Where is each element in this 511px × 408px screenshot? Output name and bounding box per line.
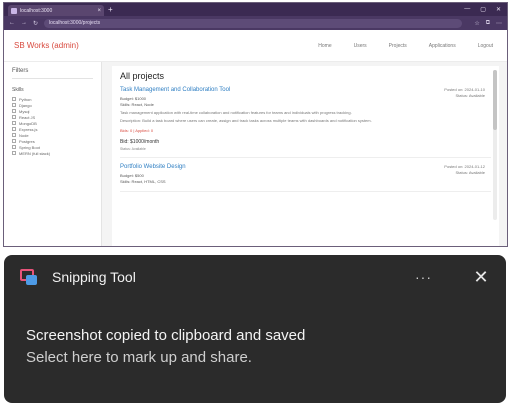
project-meta: Posted on: 2024-01-12 Status: Available	[444, 164, 485, 176]
skills-label: Skills	[12, 87, 24, 93]
nav-link-users[interactable]: Users	[354, 43, 367, 49]
close-icon[interactable]: ✕	[472, 267, 490, 288]
project-skills-line: Skills: React, Node	[120, 102, 154, 107]
favicon-icon	[11, 7, 17, 14]
checkbox[interactable]	[12, 109, 16, 113]
url-field[interactable]: localhost:3000/projects	[44, 18, 463, 28]
skill-label: React JS	[19, 114, 36, 120]
skill-label: MongoDB	[19, 120, 37, 126]
app-brand[interactable]: SB Works (admin)	[14, 41, 79, 50]
project-status: Status: Available	[455, 93, 485, 98]
filters-heading: Filters	[12, 68, 93, 79]
app-nav-links: Home Users Projects Applications Logout	[318, 43, 497, 49]
window-close-icon[interactable]: ✕	[496, 6, 501, 13]
skill-label: Mysql	[19, 108, 30, 114]
nav-link-logout[interactable]: Logout	[478, 43, 493, 49]
skill-label: MERN (full stack)	[19, 150, 51, 156]
notification-body[interactable]: Screenshot copied to clipboard and saved…	[4, 299, 506, 366]
back-icon[interactable]: ←	[9, 20, 15, 26]
maximize-icon[interactable]: ▢	[480, 6, 486, 13]
nav-link-projects[interactable]: Projects	[389, 43, 407, 49]
sidebar-gap	[102, 62, 112, 246]
url-text: localhost:3000/projects	[49, 20, 101, 26]
page-title: All projects	[120, 71, 165, 81]
page-content: Filters Skills Python Django Mysql React…	[4, 62, 507, 246]
checkbox[interactable]	[12, 121, 16, 125]
menu-icon[interactable]: ⋯	[496, 20, 502, 27]
checkbox[interactable]	[12, 127, 16, 131]
address-bar: ← → ↻ localhost:3000/projects ☆ ⧉ ⋯	[4, 16, 507, 30]
project-title-link[interactable]: Portfolio Website Design	[120, 164, 491, 170]
notification-header: Snipping Tool ··· ✕	[4, 255, 506, 299]
tab-title: localhost:3000	[20, 7, 53, 14]
browser-window: localhost:3000 × + — ▢ ✕ ← → ↻ localhost…	[3, 2, 508, 247]
browser-tab[interactable]: localhost:3000 ×	[8, 5, 104, 16]
browser-tab-bar: localhost:3000 × + — ▢ ✕	[4, 3, 507, 16]
notification-app-name: Snipping Tool	[52, 269, 136, 285]
project-description: Task management application with real-ti…	[120, 110, 352, 115]
project-bids-link[interactable]: Bids: 0 | Applied: 0	[120, 128, 491, 133]
project-card: Task Management and Collaboration Tool P…	[120, 87, 491, 158]
skill-label: Node	[19, 132, 29, 138]
reload-icon[interactable]: ↻	[33, 20, 38, 27]
project-status: Status: Available	[455, 170, 485, 175]
scrollbar-thumb[interactable]	[493, 70, 497, 130]
project-title-link[interactable]: Task Management and Collaboration Tool	[120, 87, 491, 93]
window-controls: — ▢ ✕	[464, 6, 507, 13]
checkbox[interactable]	[12, 97, 16, 101]
project-bid-amount: Bid: $1000/month	[120, 139, 160, 145]
checkbox[interactable]	[12, 115, 16, 119]
checkbox[interactable]	[12, 145, 16, 149]
project-card: Portfolio Website Design Posted on: 2024…	[120, 164, 491, 192]
panel-scrollbar[interactable]	[493, 70, 497, 220]
projects-panel: All projects Task Management and Collabo…	[112, 66, 499, 246]
checkbox[interactable]	[12, 103, 16, 107]
project-description-extra: Description: Build a task board where us…	[120, 118, 372, 123]
checkbox[interactable]	[12, 151, 16, 155]
snipping-tool-notification[interactable]: Snipping Tool ··· ✕ Screenshot copied to…	[4, 255, 506, 403]
checkbox[interactable]	[12, 133, 16, 137]
extensions-icon[interactable]: ⧉	[486, 20, 490, 27]
snipping-tool-icon	[20, 269, 38, 285]
skill-label: Postgres	[19, 138, 35, 144]
skill-label: Express.js	[19, 126, 38, 132]
project-meta: Posted on: 2024-01-10 Status: Available	[444, 87, 485, 99]
notification-message: Screenshot copied to clipboard and saved	[26, 327, 306, 344]
checkbox[interactable]	[12, 139, 16, 143]
skill-filter[interactable]: MERN (full stack)	[12, 150, 93, 156]
skill-label: Django	[19, 102, 32, 108]
project-skills-line: Skills: React, HTML, CSS	[120, 179, 166, 184]
app-navbar: SB Works (admin) Home Users Projects App…	[4, 30, 507, 62]
skill-label: Spring Boot	[19, 144, 40, 150]
new-tab-button[interactable]: +	[108, 5, 113, 14]
filters-sidebar: Filters Skills Python Django Mysql React…	[4, 62, 102, 246]
nav-link-home[interactable]: Home	[318, 43, 331, 49]
project-bid-status: Status: Available	[120, 147, 146, 151]
nav-link-applications[interactable]: Applications	[429, 43, 456, 49]
more-options-icon[interactable]: ···	[415, 269, 432, 285]
star-icon[interactable]: ☆	[474, 20, 479, 27]
minimize-icon[interactable]: —	[464, 6, 470, 13]
tab-close-icon[interactable]: ×	[97, 8, 101, 14]
notification-hint: Select here to mark up and share.	[26, 349, 252, 366]
forward-icon[interactable]: →	[21, 20, 27, 26]
skill-label: Python	[19, 96, 32, 102]
